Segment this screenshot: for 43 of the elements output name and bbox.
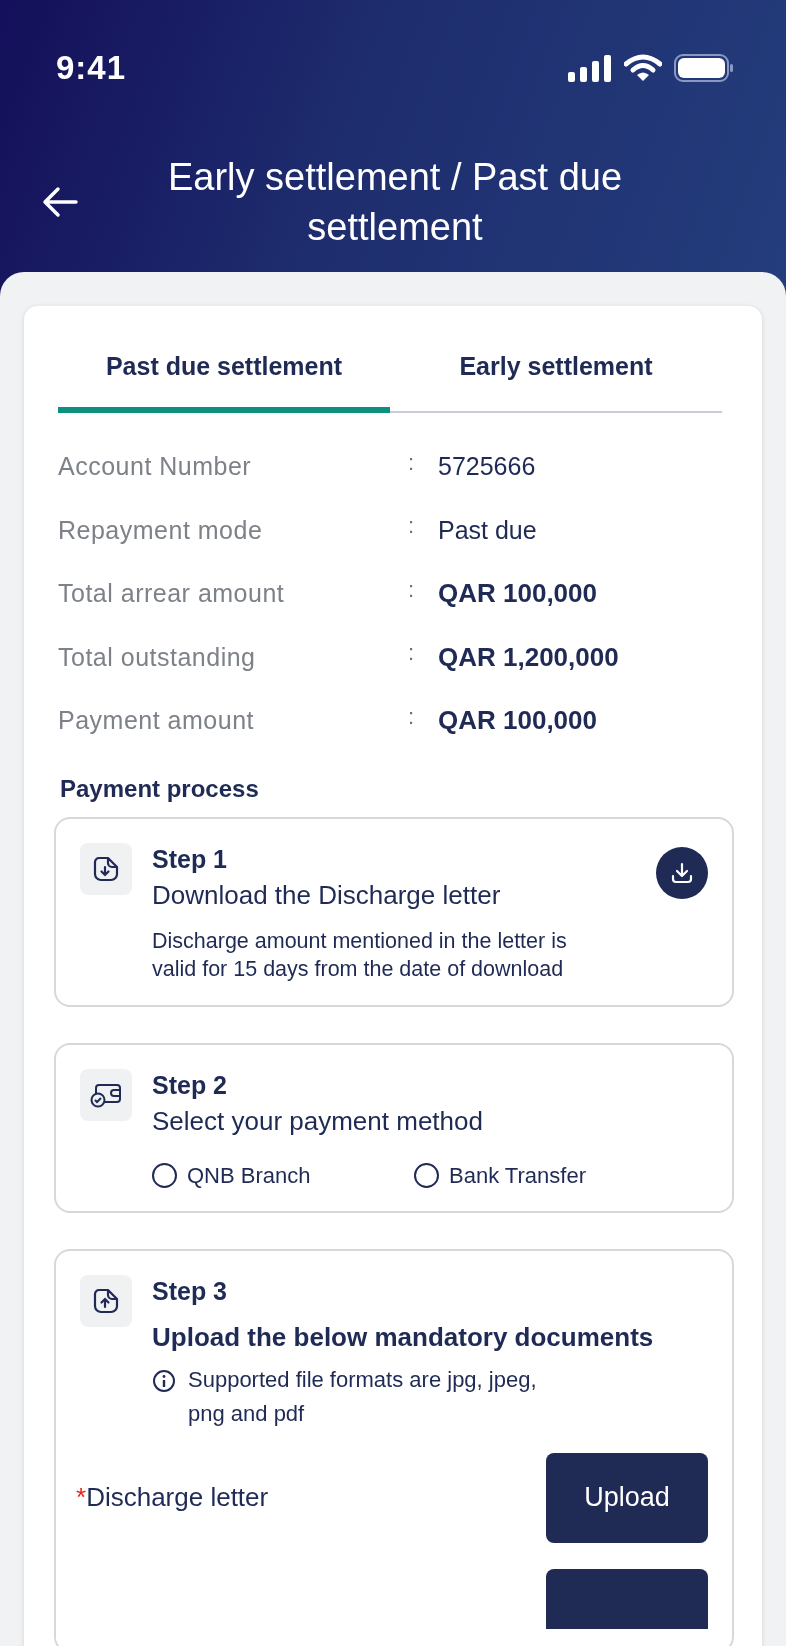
radio-option[interactable]: Bank Transfer — [414, 1162, 676, 1189]
detail-value: 5725666 — [438, 452, 536, 482]
status-time: 9:41 — [56, 49, 127, 87]
step-title: Upload the below mandatory documents — [152, 1320, 655, 1354]
radio-button[interactable] — [152, 1163, 177, 1188]
download-icon — [670, 860, 694, 885]
document-label: *Discharge letter — [76, 1482, 269, 1513]
separator: : — [408, 576, 416, 603]
wifi-icon — [624, 54, 662, 82]
detail-value: QAR 100,000 — [438, 705, 597, 737]
file-download-icon — [93, 855, 119, 882]
info-text: Supported file formats are jpg, jpeg, png and pdf — [188, 1365, 538, 1428]
section-title: Payment process — [59, 773, 260, 804]
step-number: Step 2 — [152, 1069, 229, 1101]
tab[interactable]: Past due settlement — [58, 306, 390, 413]
battery-icon — [674, 54, 734, 82]
detail-label: Total arrear amount — [58, 579, 286, 609]
radio-button[interactable] — [414, 1163, 439, 1188]
detail-label: Payment amount — [58, 706, 255, 736]
page-title: Early settlement / Past due settlement — [166, 155, 624, 250]
detail-label: Total outstanding — [58, 642, 257, 672]
detail-value: QAR 1,200,000 — [438, 641, 619, 673]
download-button[interactable] — [656, 846, 708, 899]
detail-label: Repayment mode — [58, 515, 264, 545]
info-icon — [152, 1368, 176, 1393]
detail-value: Past due — [438, 515, 537, 545]
detail-value: QAR 100,000 — [438, 578, 597, 610]
detail-label: Account Number — [58, 452, 253, 482]
separator: : — [408, 703, 416, 730]
signal-icon — [568, 54, 612, 82]
step-number: Step 1 — [152, 843, 229, 875]
separator: : — [408, 513, 416, 540]
file-upload-icon — [93, 1287, 119, 1314]
step-title: Download the Discharge letter — [152, 878, 502, 912]
step-note: Discharge amount mentioned in the letter is valid for 15 days from the date of download — [152, 927, 568, 983]
step-title: Select your payment method — [152, 1104, 484, 1138]
separator: : — [408, 640, 416, 667]
upload-button[interactable]: Upload — [546, 1452, 708, 1543]
step-number: Step 3 — [152, 1275, 229, 1307]
radio-option[interactable]: QNB Branch — [152, 1162, 414, 1189]
separator: : — [408, 449, 416, 476]
tab[interactable]: Early settlement — [390, 306, 722, 413]
wallet-check-icon — [90, 1081, 122, 1108]
